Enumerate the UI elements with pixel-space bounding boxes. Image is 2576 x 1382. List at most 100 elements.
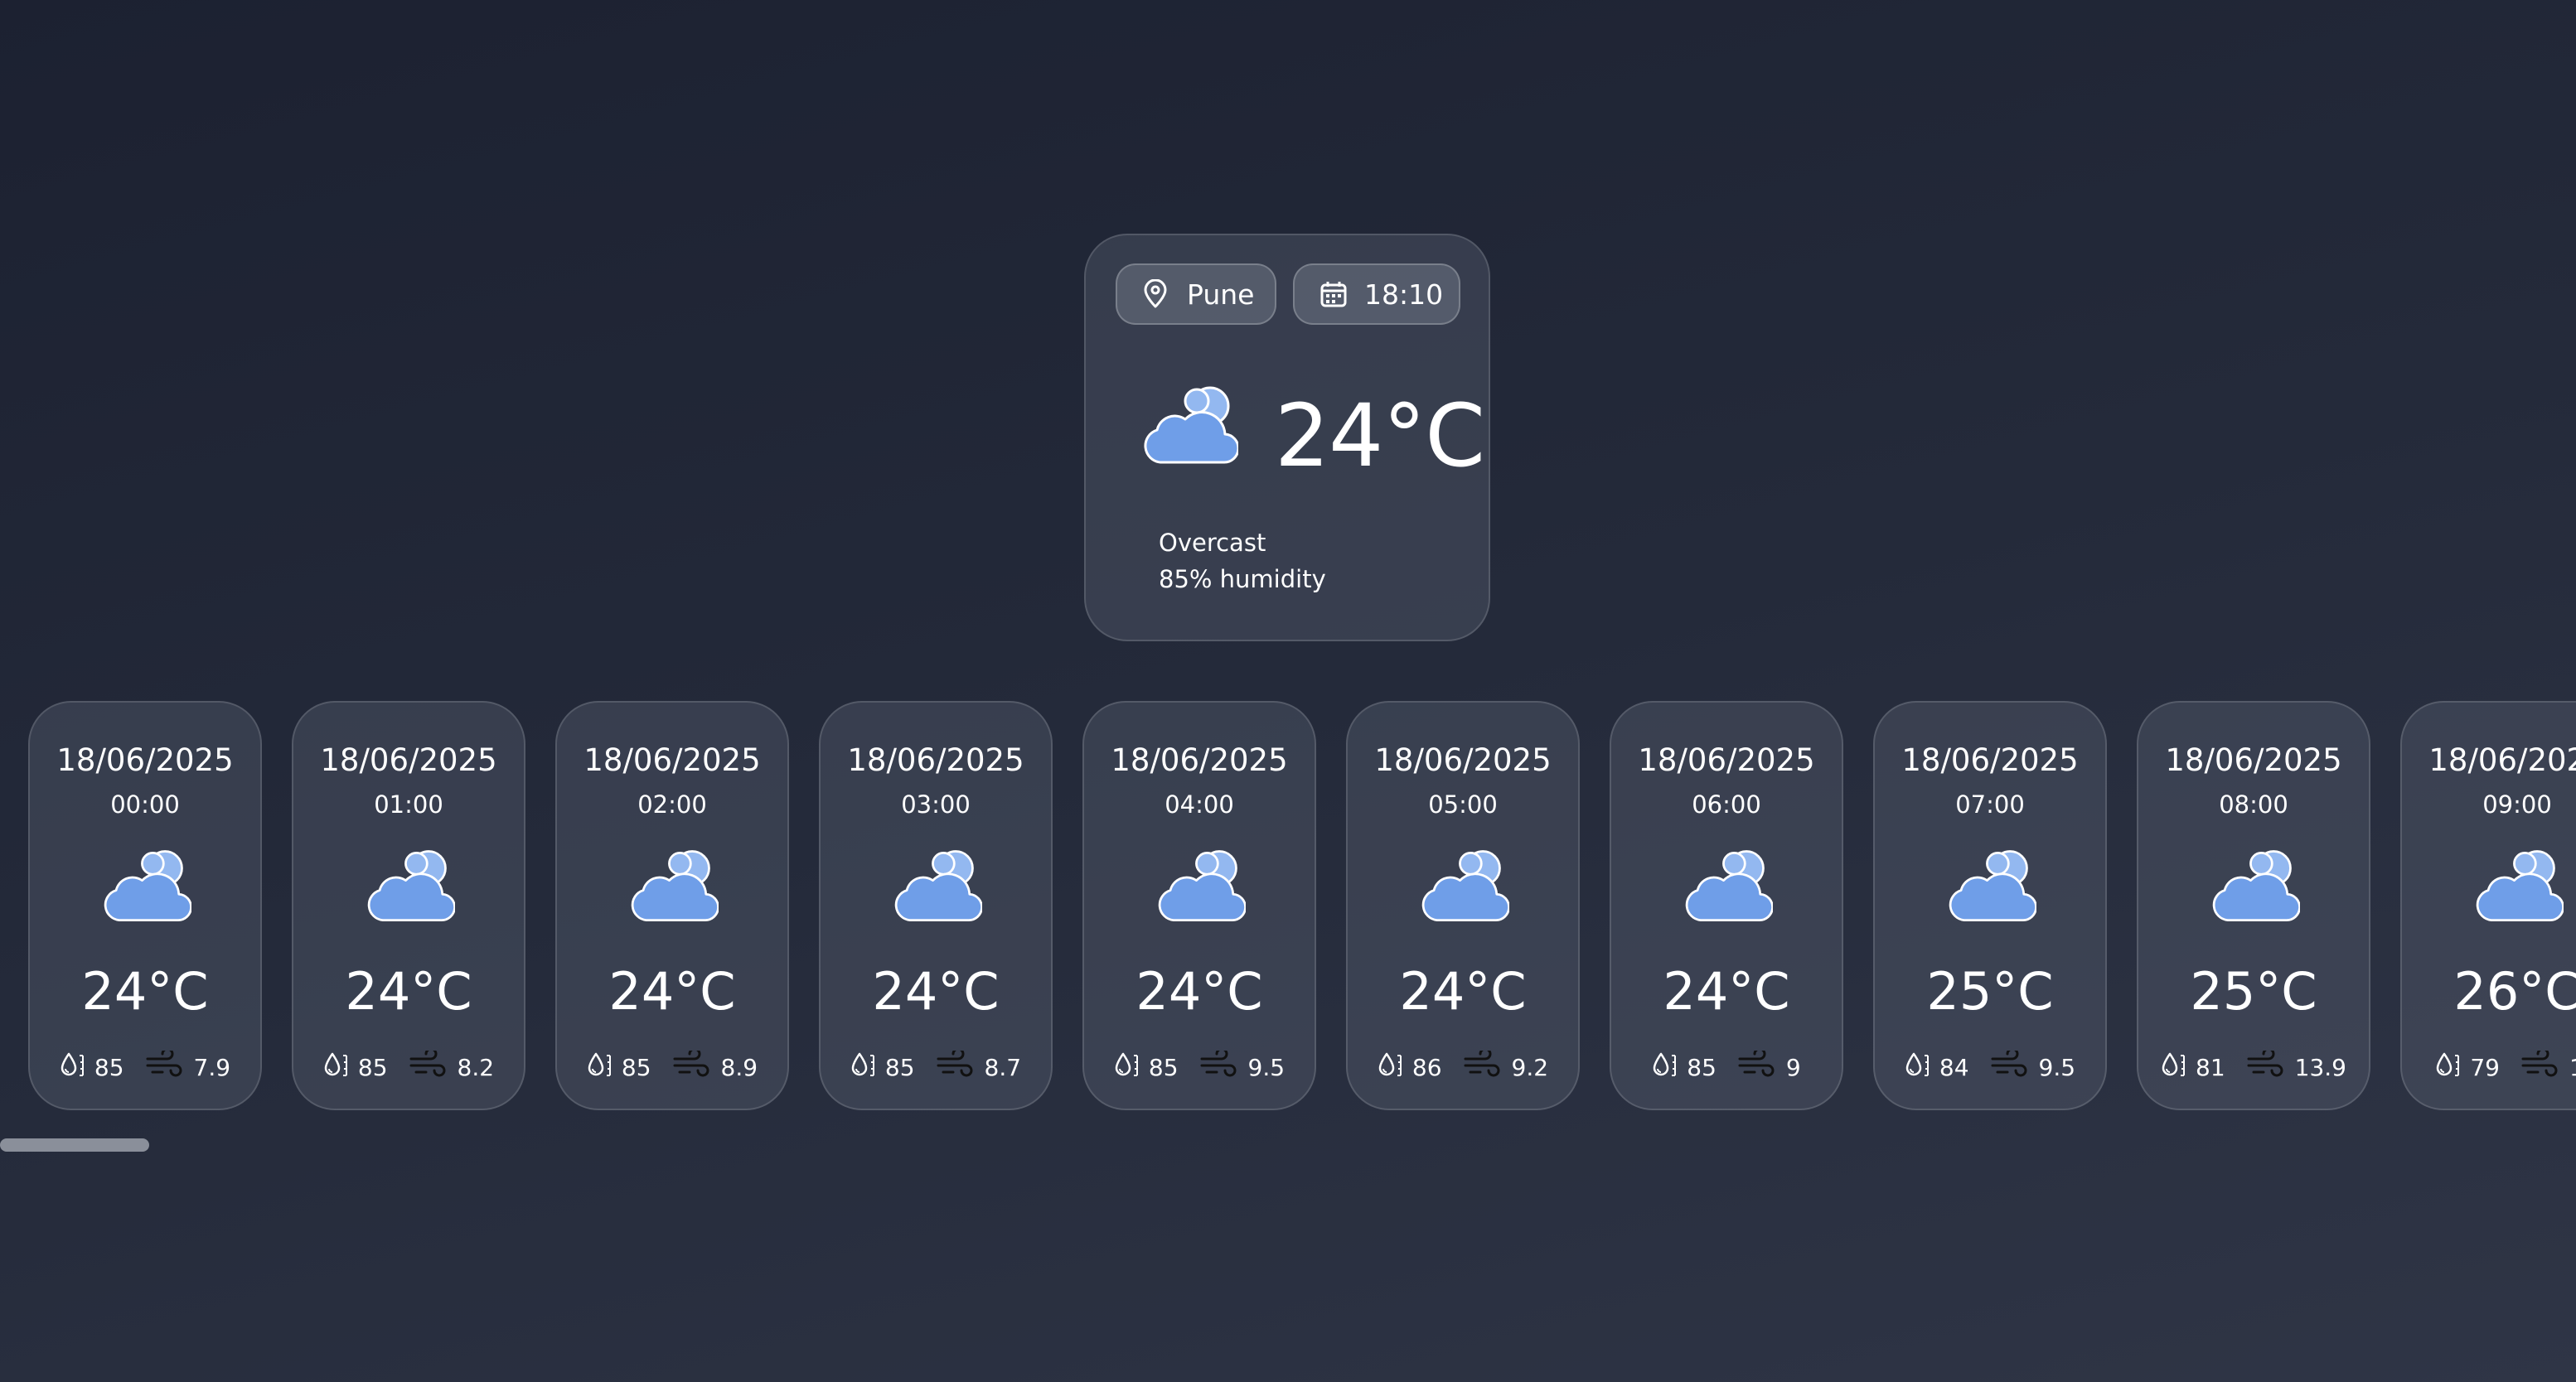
wind-icon <box>1991 1047 2039 1085</box>
wind-icon <box>2247 1047 2295 1085</box>
current-temperature: 24°C <box>1275 385 1485 486</box>
wind-icon <box>2521 1047 2569 1085</box>
hour-time: 00:00 <box>110 790 180 819</box>
hour-wind: 8.7 <box>984 1054 1022 1081</box>
hour-time: 09:00 <box>2482 790 2552 819</box>
current-humidity: 85% humidity <box>1159 565 1326 593</box>
hour-time: 08:00 <box>2219 790 2288 819</box>
hour-stats: 85 8.2 <box>293 1047 524 1085</box>
hourly-card[interactable]: 18/06/2025 07:00 25°C 84 9.5 <box>1873 701 2107 1110</box>
hour-stats: 79 14 <box>2402 1047 2576 1085</box>
hour-time: 06:00 <box>1692 790 1761 819</box>
cloud-icon <box>366 847 456 930</box>
hour-date: 18/06/2025 <box>2165 742 2342 778</box>
hour-temperature: 24°C <box>1135 961 1263 1022</box>
hour-time: 05:00 <box>1428 790 1498 819</box>
humidity-icon <box>2161 1051 2196 1085</box>
hour-humidity: 86 <box>1411 1054 1442 1081</box>
hour-stats: 85 9 <box>1611 1047 1842 1085</box>
hour-stats: 85 9.5 <box>1084 1047 1315 1085</box>
hour-time: 04:00 <box>1165 790 1234 819</box>
hour-temperature: 24°C <box>872 961 1000 1022</box>
hour-temperature: 24°C <box>1663 961 1790 1022</box>
hour-time: 07:00 <box>1955 790 2025 819</box>
hour-humidity: 79 <box>2470 1054 2500 1081</box>
hour-humidity: 85 <box>1687 1054 1717 1081</box>
hour-humidity: 85 <box>884 1054 915 1081</box>
humidity-icon <box>60 1051 94 1085</box>
hourly-forecast-strip[interactable]: 18/06/2025 00:00 24°C 85 7.9 18/06/2025 … <box>0 701 2576 1110</box>
hour-stats: 85 7.9 <box>30 1047 260 1085</box>
humidity-icon <box>587 1051 622 1085</box>
hour-wind: 8.2 <box>457 1054 495 1081</box>
humidity-icon <box>1378 1051 1412 1085</box>
hour-wind: 9.2 <box>1511 1054 1549 1081</box>
hour-humidity: 85 <box>1148 1054 1179 1081</box>
cloud-icon <box>102 847 192 930</box>
calendar-icon <box>1319 280 1348 308</box>
hour-temperature: 24°C <box>81 961 209 1022</box>
hour-temperature: 26°C <box>2453 961 2576 1022</box>
cloud-icon <box>629 847 719 930</box>
hour-humidity: 85 <box>621 1054 651 1081</box>
hourly-card[interactable]: 18/06/2025 03:00 24°C 85 8.7 <box>819 701 1053 1110</box>
hour-wind: 9 <box>1785 1054 1801 1081</box>
hour-stats: 84 9.5 <box>1875 1047 2105 1085</box>
location-chip[interactable]: Pune <box>1116 263 1276 325</box>
humidity-icon <box>2435 1051 2470 1085</box>
cloud-icon <box>1420 847 1510 930</box>
cloud-icon <box>2210 847 2301 930</box>
hourly-card[interactable]: 18/06/2025 02:00 24°C 85 8.9 <box>555 701 789 1110</box>
hourly-card[interactable]: 18/06/2025 05:00 24°C 86 9.2 <box>1346 701 1580 1110</box>
hour-date: 18/06/2025 <box>1638 742 1815 778</box>
hour-wind: 14 <box>2569 1054 2576 1081</box>
hourly-card[interactable]: 18/06/2025 06:00 24°C 85 9 <box>1610 701 1843 1110</box>
hour-wind: 7.9 <box>193 1054 231 1081</box>
hour-date: 18/06/2025 <box>2428 742 2576 778</box>
hour-temperature: 24°C <box>345 961 472 1022</box>
hour-wind: 9.5 <box>2038 1054 2076 1081</box>
current-weather-card: Pune 18:10 24°C Overcast 85% humidity <box>1084 234 1490 641</box>
wind-icon <box>1464 1047 1512 1085</box>
hourly-card[interactable]: 18/06/2025 00:00 24°C 85 7.9 <box>28 701 262 1110</box>
hourly-card[interactable]: 18/06/2025 01:00 24°C 85 8.2 <box>292 701 525 1110</box>
horizontal-scrollbar[interactable] <box>0 1138 149 1152</box>
cloud-icon <box>2474 847 2564 930</box>
hour-stats: 85 8.7 <box>821 1047 1051 1085</box>
hour-humidity: 81 <box>2196 1054 2225 1081</box>
humidity-icon <box>1652 1051 1687 1085</box>
cloud-icon <box>893 847 983 930</box>
humidity-icon <box>323 1051 358 1085</box>
wind-icon <box>146 1047 194 1085</box>
hour-time: 03:00 <box>901 790 971 819</box>
hour-wind: 9.5 <box>1247 1054 1286 1081</box>
location-pin-icon <box>1142 279 1169 309</box>
hour-date: 18/06/2025 <box>583 742 761 778</box>
hour-humidity: 85 <box>94 1054 124 1081</box>
hour-temperature: 25°C <box>1926 961 2054 1022</box>
hour-stats: 81 13.9 <box>2138 1047 2369 1085</box>
hour-date: 18/06/2025 <box>1111 742 1288 778</box>
humidity-icon <box>1114 1051 1149 1085</box>
hour-time: 02:00 <box>637 790 707 819</box>
hour-date: 18/06/2025 <box>1374 742 1552 778</box>
hour-stats: 85 8.9 <box>557 1047 787 1085</box>
hour-date: 18/06/2025 <box>320 742 497 778</box>
hourly-card[interactable]: 18/06/2025 09:00 26°C <box>2400 701 2576 1110</box>
hour-temperature: 24°C <box>608 961 736 1022</box>
location-label: Pune <box>1187 278 1255 311</box>
hour-stats: 86 9.2 <box>1348 1047 1578 1085</box>
humidity-icon <box>1905 1051 1939 1085</box>
wind-icon <box>1738 1047 1786 1085</box>
hour-wind: 13.9 <box>2294 1054 2346 1081</box>
hour-date: 18/06/2025 <box>1901 742 2079 778</box>
hour-temperature: 25°C <box>2190 961 2317 1022</box>
time-chip[interactable]: 18:10 <box>1293 263 1460 325</box>
cloud-icon <box>1947 847 2037 930</box>
hourly-card[interactable]: 18/06/2025 08:00 25°C 81 13.9 <box>2137 701 2370 1110</box>
hour-temperature: 24°C <box>1399 961 1527 1022</box>
hour-humidity: 85 <box>357 1054 388 1081</box>
wind-icon <box>937 1047 985 1085</box>
hourly-card[interactable]: 18/06/2025 04:00 24°C 85 9.5 <box>1082 701 1316 1110</box>
hour-wind: 8.9 <box>720 1054 758 1081</box>
